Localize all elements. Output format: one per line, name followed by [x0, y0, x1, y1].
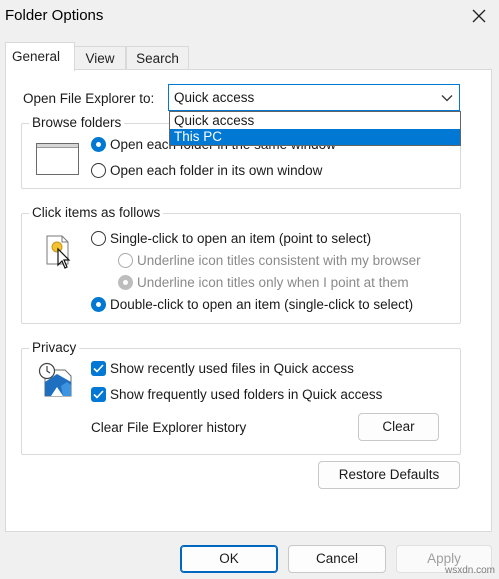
click-items-title: Click items as follows	[29, 205, 164, 220]
radio-underline-browser	[118, 253, 133, 268]
checkmark-icon	[93, 364, 104, 373]
dropdown-option-quick-access[interactable]: Quick access	[170, 113, 460, 129]
cancel-button[interactable]: Cancel	[288, 545, 386, 573]
click-pointer-icon	[44, 232, 74, 270]
tab-general[interactable]: General	[5, 42, 75, 71]
window-preview-icon	[36, 143, 79, 175]
watermark-text: wsxdn.com	[444, 565, 495, 576]
title-bar: Folder Options	[0, 0, 499, 32]
own-window-label: Open each folder in its own window	[110, 163, 323, 178]
radio-same-window[interactable]	[91, 137, 106, 152]
restore-defaults-button[interactable]: Restore Defaults	[318, 461, 460, 489]
checkmark-icon	[93, 390, 104, 399]
clear-history-button[interactable]: Clear	[358, 413, 439, 441]
close-button[interactable]	[465, 2, 493, 30]
privacy-title: Privacy	[29, 340, 80, 355]
frequent-folders-label: Show frequently used folders in Quick ac…	[110, 387, 383, 402]
close-icon	[472, 9, 486, 23]
recent-files-label: Show recently used files in Quick access	[110, 361, 354, 376]
browse-folders-title: Browse folders	[29, 115, 125, 130]
ok-button[interactable]: OK	[180, 545, 278, 573]
chevron-down-icon	[441, 95, 453, 102]
double-click-label: Double-click to open an item (single-cli…	[110, 297, 414, 312]
window-title: Folder Options	[5, 7, 104, 24]
open-explorer-label: Open File Explorer to:	[23, 91, 155, 106]
clear-history-label: Clear File Explorer history	[91, 420, 247, 435]
underline-browser-label: Underline icon titles consistent with my…	[137, 253, 421, 268]
dropdown-option-this-pc[interactable]: This PC	[170, 129, 460, 145]
single-click-label: Single-click to open an item (point to s…	[110, 231, 372, 246]
recent-files-icon	[37, 360, 79, 398]
radio-underline-point	[118, 275, 133, 290]
radio-own-window[interactable]	[91, 163, 106, 178]
dropdown-list: Quick access This PC	[169, 111, 461, 146]
dropdown-selected-value: Quick access	[174, 90, 255, 105]
tab-view[interactable]: View	[74, 46, 126, 70]
radio-double-click[interactable]	[91, 297, 106, 312]
checkbox-frequent-folders[interactable]	[91, 387, 106, 402]
checkbox-recent-files[interactable]	[91, 361, 106, 376]
tab-search[interactable]: Search	[126, 46, 189, 70]
open-explorer-dropdown[interactable]: Quick access	[168, 84, 460, 111]
underline-point-label: Underline icon titles only when I point …	[137, 275, 409, 290]
radio-single-click[interactable]	[91, 231, 106, 246]
